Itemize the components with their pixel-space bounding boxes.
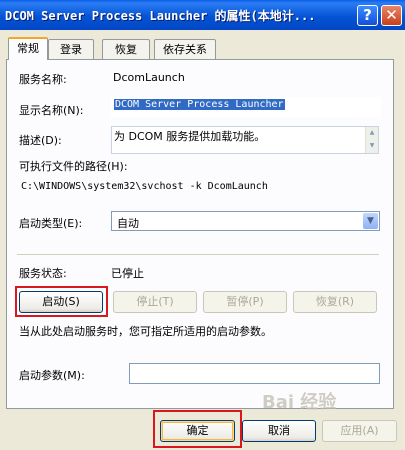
display-name-label: 显示名称(N):: [19, 104, 84, 117]
description-scrollbar[interactable]: ▲ ▼: [365, 127, 378, 153]
params-input[interactable]: [129, 363, 380, 384]
divider: [17, 254, 379, 255]
service-name-value: DcomLaunch: [113, 71, 185, 84]
status-value: 已停止: [111, 267, 144, 280]
highlight-box-start: [15, 286, 108, 317]
path-value: C:\WINDOWS\system32\svchost -k DcomLaunc…: [21, 181, 268, 192]
cancel-button[interactable]: 取消: [242, 420, 316, 442]
tab-logon[interactable]: 登录: [48, 39, 94, 59]
startup-type-value: 自动: [117, 217, 139, 230]
description-field[interactable]: 为 DCOM 服务提供加载功能。 ▲ ▼: [111, 126, 379, 154]
tab-recovery[interactable]: 恢复: [102, 39, 150, 59]
path-label: 可执行文件的路径(H):: [19, 160, 128, 173]
status-label: 服务状态:: [19, 267, 67, 280]
service-name-label: 服务名称:: [19, 73, 67, 86]
window-title: DCOM Server Process Launcher 的属性(本地计...: [5, 9, 316, 23]
scroll-down-icon[interactable]: ▼: [366, 140, 378, 153]
highlight-box-ok: [153, 410, 242, 448]
display-name-field[interactable]: DCOM Server Process Launcher: [111, 97, 381, 117]
startup-type-select[interactable]: 自动 ▼: [111, 211, 380, 231]
scroll-up-icon[interactable]: ▲: [366, 127, 378, 140]
params-label: 启动参数(M):: [19, 369, 85, 382]
resume-button[interactable]: 恢复(R): [293, 291, 377, 313]
general-panel: 服务名称: DcomLaunch 显示名称(N): DCOM Server Pr…: [6, 59, 394, 409]
description-value: 为 DCOM 服务提供加载功能。: [114, 130, 266, 143]
tab-general[interactable]: 常规: [8, 37, 48, 60]
chevron-down-icon[interactable]: ▼: [363, 213, 378, 229]
startup-type-label: 启动类型(E):: [19, 217, 83, 230]
help-button[interactable]: ?: [357, 5, 378, 26]
apply-button[interactable]: 应用(A): [322, 420, 397, 442]
hint-text: 当从此处启动服务时，您可指定所适用的启动参数。: [19, 325, 272, 338]
title-bar[interactable]: DCOM Server Process Launcher 的属性(本地计... …: [0, 0, 405, 30]
pause-button[interactable]: 暂停(P): [203, 291, 287, 313]
display-name-value: DCOM Server Process Launcher: [114, 99, 285, 110]
close-button[interactable]: ✕: [381, 5, 402, 26]
tab-dependencies[interactable]: 依存关系: [154, 39, 216, 59]
watermark: Bai 经验: [262, 392, 337, 413]
description-label: 描述(D):: [19, 134, 62, 147]
stop-button[interactable]: 停止(T): [113, 291, 197, 313]
